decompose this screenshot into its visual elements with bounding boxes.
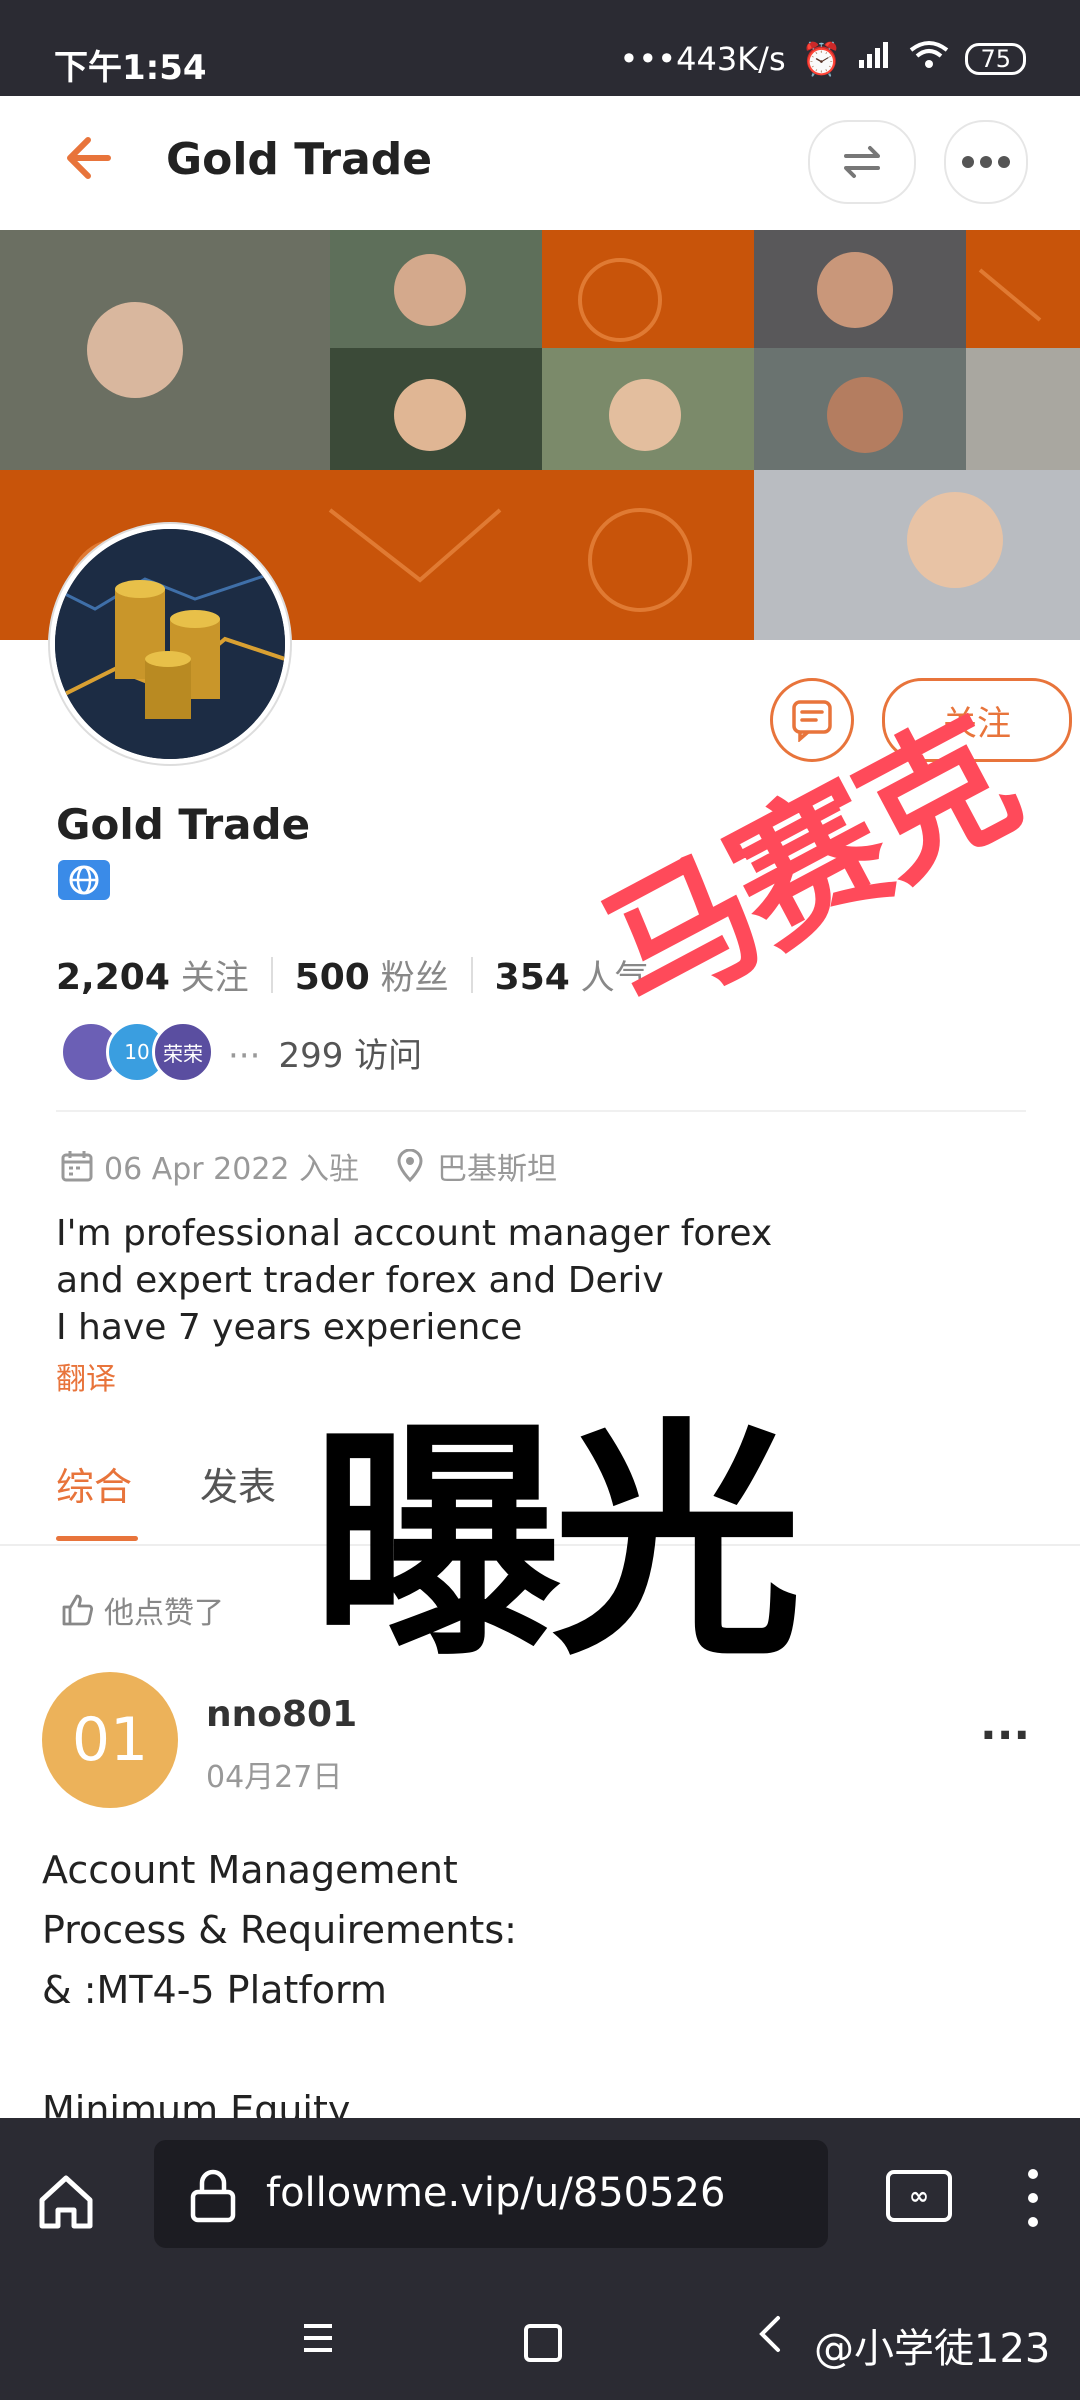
thumbs-up-icon [62, 1594, 94, 1626]
post-content[interactable]: Account Management Process & Requirement… [42, 1840, 1042, 2140]
tab-posts[interactable]: 发表 [200, 1456, 276, 1511]
bio-line: I'm professional account manager forex [56, 1213, 773, 1254]
profile-avatar[interactable] [50, 524, 290, 764]
post-line: Process & Requirements: [42, 1908, 517, 1952]
network-speed: •••443K/s [619, 40, 786, 78]
browser-menu-icon[interactable] [1020, 2166, 1046, 2230]
home-button-icon[interactable] [524, 2324, 562, 2362]
status-time: 下午1:54 [54, 48, 207, 88]
calendar-icon [61, 1151, 93, 1182]
location-pin-icon [397, 1149, 423, 1183]
recent-apps-icon[interactable] [300, 2318, 336, 2364]
profile-name: Gold Trade [56, 800, 311, 849]
post-more-icon[interactable]: ··· [980, 1710, 1030, 1761]
profile-bio: I'm professional account manager forex a… [56, 1210, 1016, 1351]
back-arrow-icon[interactable] [60, 128, 130, 198]
visit-count[interactable]: ··· 299 访问 [228, 1028, 422, 1077]
url-text: followme.vip/u/850526 [266, 2170, 726, 2216]
post-author-avatar[interactable]: 01 [42, 1672, 178, 1808]
lock-icon [188, 2168, 238, 2224]
more-options-button[interactable] [944, 120, 1028, 204]
location: 巴基斯坦 [437, 1152, 558, 1187]
visitor-avatars[interactable]: 10 荣荣 [60, 1021, 214, 1083]
switch-button[interactable] [808, 120, 916, 204]
post-line: & :MT4-5 Platform [42, 1968, 387, 2012]
profile-stats: 2,204 关注 500 粉丝 354 人气 [56, 950, 649, 999]
post-date: 04月27日 [206, 1760, 343, 1795]
bio-line: and expert trader forex and Deriv [56, 1260, 664, 1301]
wifi-icon [909, 40, 949, 78]
system-nav-bar: @小学徒123 [0, 2288, 1080, 2400]
alarm-icon: ⏰ [801, 40, 842, 78]
status-icons: •••443K/s ⏰ 75 [619, 40, 1026, 78]
tabs-switcher-icon[interactable]: ∞ [886, 2170, 952, 2222]
stat-divider [270, 956, 273, 993]
signal-icon [857, 40, 893, 78]
profile-tabs: 综合 发表 [56, 1456, 276, 1511]
stat-divider [470, 956, 473, 993]
post-line [42, 2020, 1042, 2080]
profile-meta: 06 Apr 2022 入驻 巴基斯坦 [60, 1144, 557, 1188]
globe-badge-icon [58, 860, 110, 900]
liked-activity-label: 他点赞了 [60, 1588, 224, 1632]
exposure-stamp-overlay: 曝光 [312, 1398, 802, 1689]
back-icon[interactable] [754, 2312, 784, 2367]
tab-overview[interactable]: 综合 [56, 1456, 132, 1511]
gold-coins-image [55, 529, 285, 759]
translate-link[interactable]: 翻译 [56, 1354, 116, 1398]
following-stat[interactable]: 2,204 关注 [56, 950, 249, 999]
battery-indicator: 75 [965, 43, 1026, 75]
joined-date: 06 Apr 2022 入驻 [104, 1152, 360, 1187]
watermark: @小学徒123 [814, 2326, 1051, 2372]
post-line: Account Management [42, 1848, 458, 1892]
active-tab-indicator [56, 1536, 138, 1541]
page-title: Gold Trade [166, 134, 433, 185]
app-header: Gold Trade [0, 96, 1080, 232]
visitor-avatar: 荣荣 [152, 1021, 214, 1083]
browser-toolbar: followme.vip/u/850526 ∞ [0, 2118, 1080, 2288]
followers-stat[interactable]: 500 粉丝 [295, 950, 449, 999]
divider [56, 1110, 1026, 1112]
home-icon[interactable] [34, 2170, 98, 2234]
more-dots-icon [962, 156, 1010, 168]
swap-icon [844, 146, 880, 178]
status-bar: 下午1:54 •••443K/s ⏰ 75 [0, 0, 1080, 96]
address-bar[interactable]: followme.vip/u/850526 [154, 2140, 828, 2248]
